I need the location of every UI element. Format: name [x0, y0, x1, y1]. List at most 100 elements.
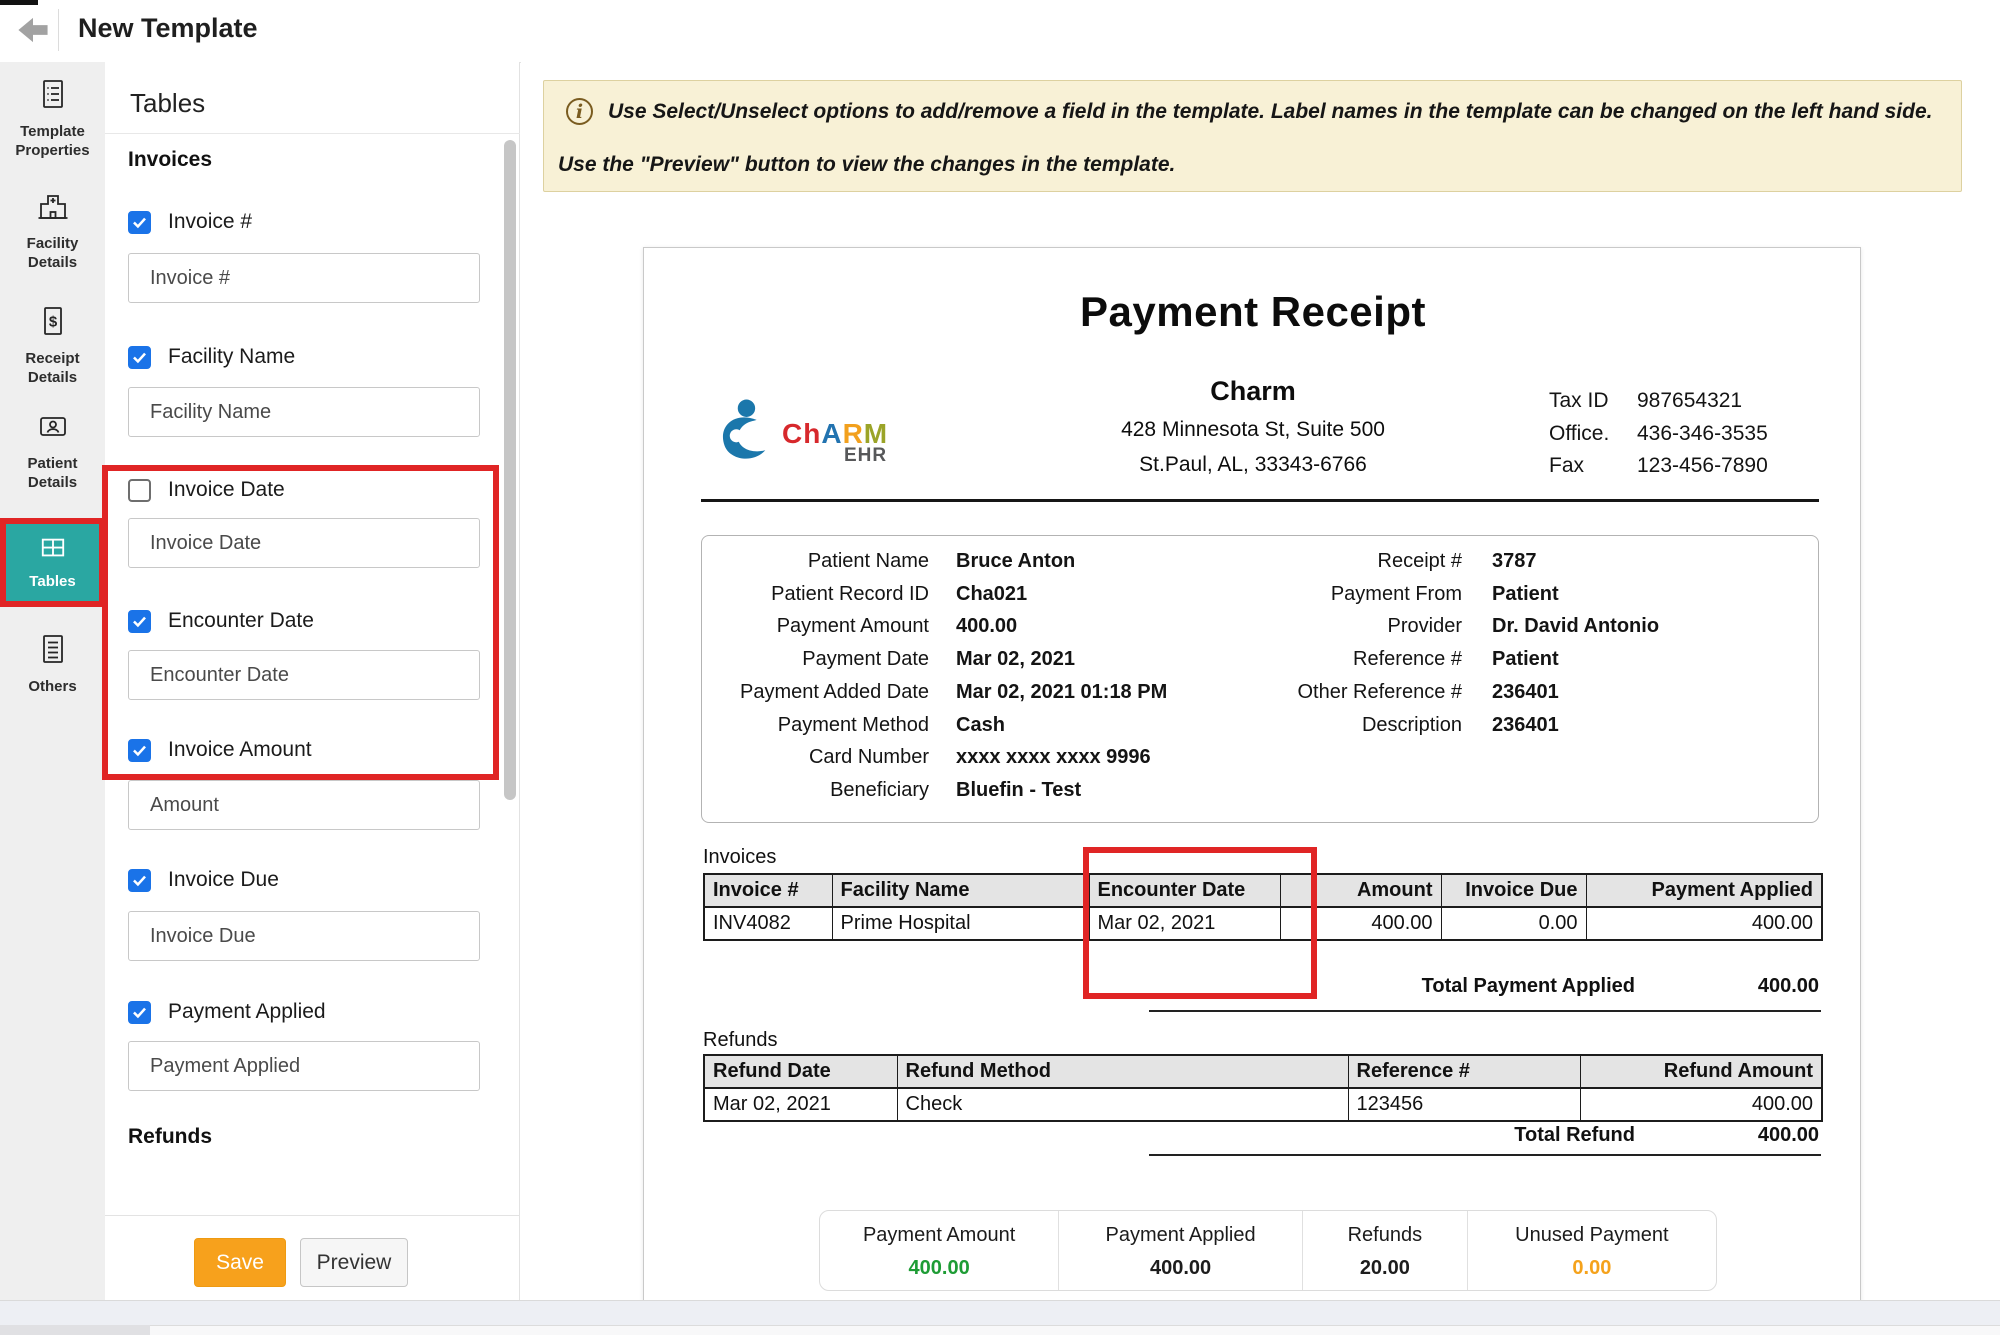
detail-row: Reference #Patient	[1242, 643, 1659, 676]
field-label: Invoice Date	[168, 478, 285, 502]
table-cell: INV4082	[704, 907, 832, 940]
detail-row: Other Reference #236401	[1242, 676, 1659, 709]
sidebar-item-label: Template Properties	[15, 122, 89, 160]
field-input-invoice-due[interactable]	[128, 911, 480, 961]
back-arrow-icon[interactable]	[16, 14, 50, 46]
detail-label: Payment Added Date	[722, 676, 929, 709]
payment-details-box: Patient NameBruce Anton Patient Record I…	[701, 535, 1819, 823]
section-heading-refunds: Refunds	[128, 1125, 212, 1149]
field-input-invoice-amount[interactable]	[128, 780, 480, 830]
detail-value: Patient	[1492, 583, 1559, 605]
checkbox-invoice-due[interactable]	[128, 869, 151, 892]
field-label: Facility Name	[168, 345, 295, 369]
refunds-header-row: Refund Date Refund Method Reference # Re…	[704, 1055, 1822, 1088]
section-heading-invoices: Invoices	[128, 148, 212, 172]
preview-button[interactable]: Preview	[300, 1238, 408, 1287]
detail-value: 3787	[1492, 550, 1537, 572]
detail-value: 236401	[1492, 714, 1559, 736]
detail-label: Payment Amount	[722, 610, 929, 643]
panel-scrollbar[interactable]	[504, 140, 516, 800]
field-label: Invoice #	[168, 210, 252, 234]
checkbox-invoice-amount[interactable]	[128, 739, 151, 762]
sidebar: Template Properties Facility Details $	[0, 62, 105, 1300]
table-cell: 400.00	[1586, 907, 1822, 940]
contact-row: Office.436-346-3535	[1549, 418, 1768, 451]
detail-label: Payment Date	[722, 643, 929, 676]
hospital-icon	[37, 190, 69, 227]
field-toggle-encounter-date[interactable]: Encounter Date	[128, 609, 314, 633]
sidebar-item-receipt-details[interactable]: $ Receipt Details	[0, 305, 105, 387]
checkbox-invoice-date[interactable]	[128, 479, 151, 502]
field-input-facility-name[interactable]	[128, 387, 480, 437]
detail-label: Provider	[1242, 610, 1462, 643]
svg-text:$: $	[48, 314, 57, 331]
checkbox-facility-name[interactable]	[128, 346, 151, 369]
sidebar-item-label: Tables	[29, 572, 75, 591]
sidebar-item-tables[interactable]: Tables	[6, 524, 99, 601]
save-button[interactable]: Save	[194, 1238, 286, 1287]
document-icon	[37, 633, 69, 670]
field-label: Invoice Due	[168, 868, 279, 892]
column-header: Reference #	[1348, 1055, 1580, 1088]
invoices-header-row: Invoice # Facility Name Encounter Date A…	[704, 874, 1822, 907]
detail-label: Beneficiary	[722, 774, 929, 807]
summary-cell: Payment Amount 400.00	[820, 1211, 1059, 1290]
field-toggle-invoice-date[interactable]: Invoice Date	[128, 478, 285, 502]
field-input-encounter-date[interactable]	[128, 650, 480, 700]
payment-details-right: Receipt #3787 Payment FromPatient Provid…	[1242, 545, 1659, 741]
id-card-icon	[37, 410, 69, 447]
table-cell: 0.00	[1441, 907, 1586, 940]
contact-label: Tax ID	[1549, 385, 1637, 418]
summary-value: 400.00	[820, 1257, 1058, 1280]
summary-cell: Payment Applied 400.00	[1059, 1211, 1303, 1290]
detail-value: Mar 02, 2021	[956, 648, 1075, 670]
table-cell: 123456	[1348, 1088, 1580, 1121]
checkbox-payment-applied[interactable]	[128, 1001, 151, 1024]
field-input-invoice-number[interactable]	[128, 253, 480, 303]
summary-cell: Refunds 20.00	[1303, 1211, 1468, 1290]
fields-panel: Tables Invoices Invoice # Facility Name …	[105, 62, 520, 1300]
table-cell: Mar 02, 2021	[704, 1088, 897, 1121]
info-banner: i Use Select/Unselect options to add/rem…	[543, 80, 1962, 192]
total-underline	[1149, 1154, 1821, 1156]
field-input-payment-applied[interactable]	[128, 1041, 480, 1091]
field-toggle-invoice-number[interactable]: Invoice #	[128, 210, 252, 234]
table-grid-icon	[38, 535, 68, 566]
panel-divider	[105, 133, 520, 134]
summary-value: 20.00	[1303, 1257, 1467, 1280]
horizontal-scrollbar-track	[0, 1325, 150, 1335]
summary-label: Unused Payment	[1468, 1224, 1716, 1247]
field-toggle-payment-applied[interactable]: Payment Applied	[128, 1000, 326, 1024]
sidebar-item-facility-details[interactable]: Facility Details	[0, 190, 105, 272]
column-header: Encounter Date	[1089, 874, 1280, 907]
invoices-table: Invoice # Facility Name Encounter Date A…	[703, 873, 1823, 941]
top-edge-strip	[0, 0, 38, 5]
checkbox-invoice-number[interactable]	[128, 211, 151, 234]
receipt-divider-rule	[701, 499, 1819, 502]
sidebar-item-others[interactable]: Others	[0, 633, 105, 696]
field-toggle-invoice-amount[interactable]: Invoice Amount	[128, 738, 312, 762]
sidebar-item-patient-details[interactable]: Patient Details	[0, 410, 105, 492]
column-header: Refund Method	[897, 1055, 1348, 1088]
checkbox-encounter-date[interactable]	[128, 610, 151, 633]
contact-row: Fax123-456-7890	[1549, 450, 1768, 483]
column-header: Refund Amount	[1580, 1055, 1822, 1088]
template-properties-icon	[37, 78, 69, 115]
detail-value: Mar 02, 2021 01:18 PM	[956, 681, 1167, 703]
field-toggle-facility-name[interactable]: Facility Name	[128, 345, 295, 369]
horizontal-scrollbar-thumb[interactable]	[150, 1325, 2000, 1335]
main-area: i Use Select/Unselect options to add/rem…	[521, 62, 2000, 1300]
field-label: Payment Applied	[168, 1000, 326, 1024]
total-value: 400.00	[1758, 1124, 1819, 1147]
sidebar-item-label: Others	[28, 677, 76, 696]
detail-row: Description236401	[1242, 709, 1659, 742]
detail-row: BeneficiaryBluefin - Test	[722, 774, 1167, 807]
contact-label: Fax	[1549, 450, 1637, 483]
column-header: Payment Applied	[1586, 874, 1822, 907]
sidebar-item-template-properties[interactable]: Template Properties	[0, 78, 105, 160]
field-input-invoice-date[interactable]	[128, 518, 480, 568]
detail-row: Payment Date Mar 02, 2021	[722, 643, 1167, 676]
refunds-table-caption: Refunds	[703, 1029, 778, 1052]
table-cell: Check	[897, 1088, 1348, 1121]
field-toggle-invoice-due[interactable]: Invoice Due	[128, 868, 279, 892]
